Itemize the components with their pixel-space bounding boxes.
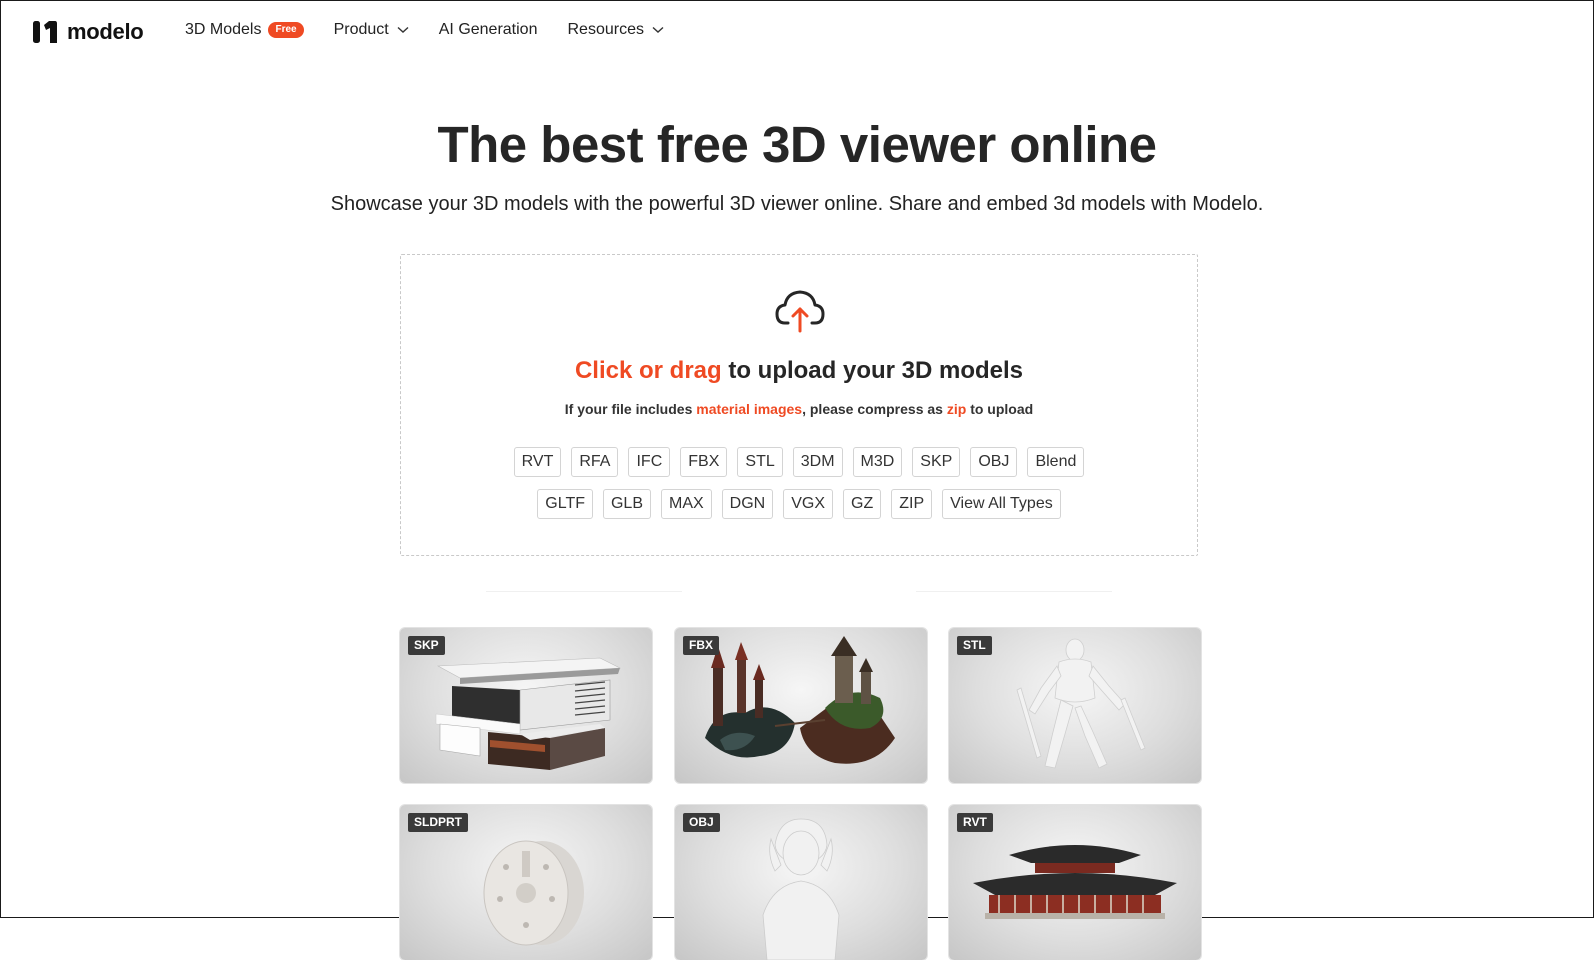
file-types-row-2: GLTF GLB MAX DGN VGX GZ ZIP View All Typ…: [401, 489, 1197, 519]
model-card-obj[interactable]: OBJ: [675, 805, 927, 960]
view-all-types-button[interactable]: View All Types: [942, 489, 1061, 519]
divider: [486, 591, 682, 592]
model-card-rvt[interactable]: RVT: [949, 805, 1201, 960]
file-type-chip[interactable]: MAX: [661, 489, 712, 519]
zip-text: zip: [946, 401, 967, 417]
chevron-down-icon: [652, 26, 664, 33]
upload-headline-rest: to upload your 3D models: [721, 357, 1024, 384]
nav-resources[interactable]: Resources: [567, 21, 664, 39]
nav-product[interactable]: Product: [334, 21, 409, 39]
file-type-chip[interactable]: RVT: [513, 447, 562, 477]
cloud-upload-icon: [775, 290, 825, 333]
file-type-chip[interactable]: OBJ: [970, 447, 1018, 477]
top-nav-bar: modelo 3D Models Free Product AI Generat…: [1, 1, 1593, 67]
file-types-row-1: RVT RFA IFC FBX STL 3DM M3D SKP OBJ Blen…: [401, 447, 1197, 477]
format-badge: OBJ: [683, 813, 720, 832]
upload-note: If your file includes material images, p…: [401, 401, 1197, 417]
free-badge: Free: [268, 22, 304, 38]
divider: [916, 591, 1112, 592]
file-type-chip[interactable]: RFA: [571, 447, 619, 477]
upload-headline: Click or drag to upload your 3D models: [401, 357, 1197, 385]
page-subtitle: Showcase your 3D models with the powerfu…: [330, 193, 1264, 215]
file-type-chip[interactable]: STL: [737, 447, 783, 477]
note-text-1: If your file includes: [564, 401, 697, 417]
chevron-down-icon: [397, 26, 409, 33]
format-badge: RVT: [957, 813, 993, 832]
nav-ai-generation-label: AI Generation: [438, 21, 538, 38]
nav-ai-generation[interactable]: AI Generation: [439, 21, 538, 39]
file-type-chip[interactable]: GZ: [843, 489, 882, 519]
model-card-fbx[interactable]: FBX: [675, 628, 927, 783]
file-type-chip[interactable]: IFC: [628, 447, 671, 477]
note-text-3: to upload: [966, 401, 1034, 417]
file-type-chip[interactable]: GLB: [602, 489, 651, 519]
modelo-logo-icon: [33, 21, 57, 43]
nav-product-label: Product: [333, 21, 389, 38]
file-type-chip[interactable]: DGN: [721, 489, 774, 519]
file-type-chip[interactable]: 3DM: [792, 447, 843, 477]
material-images-text: material images: [696, 401, 803, 417]
nav-3d-models-label: 3D Models: [185, 21, 262, 38]
model-card-stl[interactable]: STL: [949, 628, 1201, 783]
modelo-logo[interactable]: modelo: [31, 18, 144, 46]
nav-resources-label: Resources: [567, 21, 644, 38]
file-type-chip[interactable]: VGX: [783, 489, 834, 519]
model-card-skp[interactable]: SKP: [400, 628, 652, 783]
upload-dropzone[interactable]: Click or drag to upload your 3D models I…: [400, 254, 1198, 556]
file-type-chip[interactable]: ZIP: [891, 489, 933, 519]
format-badge: FBX: [683, 636, 719, 655]
file-type-chip[interactable]: GLTF: [537, 489, 593, 519]
format-badge: SLDPRT: [408, 813, 468, 832]
file-type-chip[interactable]: Blend: [1027, 447, 1085, 477]
format-badge: SKP: [408, 636, 445, 655]
brand-name: modelo: [67, 19, 144, 44]
nav-3d-models[interactable]: 3D Models Free: [185, 21, 304, 39]
file-type-chip[interactable]: SKP: [912, 447, 961, 477]
model-card-sldprt[interactable]: SLDPRT: [400, 805, 652, 960]
page-title: The best free 3D viewer online: [437, 116, 1157, 173]
file-type-chip[interactable]: FBX: [680, 447, 728, 477]
main-nav: 3D Models Free Product AI Generation Res…: [185, 21, 694, 39]
click-or-drag-text[interactable]: Click or drag: [575, 357, 722, 384]
format-badge: STL: [957, 636, 992, 655]
note-text-2: , please compress as: [802, 401, 947, 417]
file-type-chip[interactable]: M3D: [852, 447, 903, 477]
